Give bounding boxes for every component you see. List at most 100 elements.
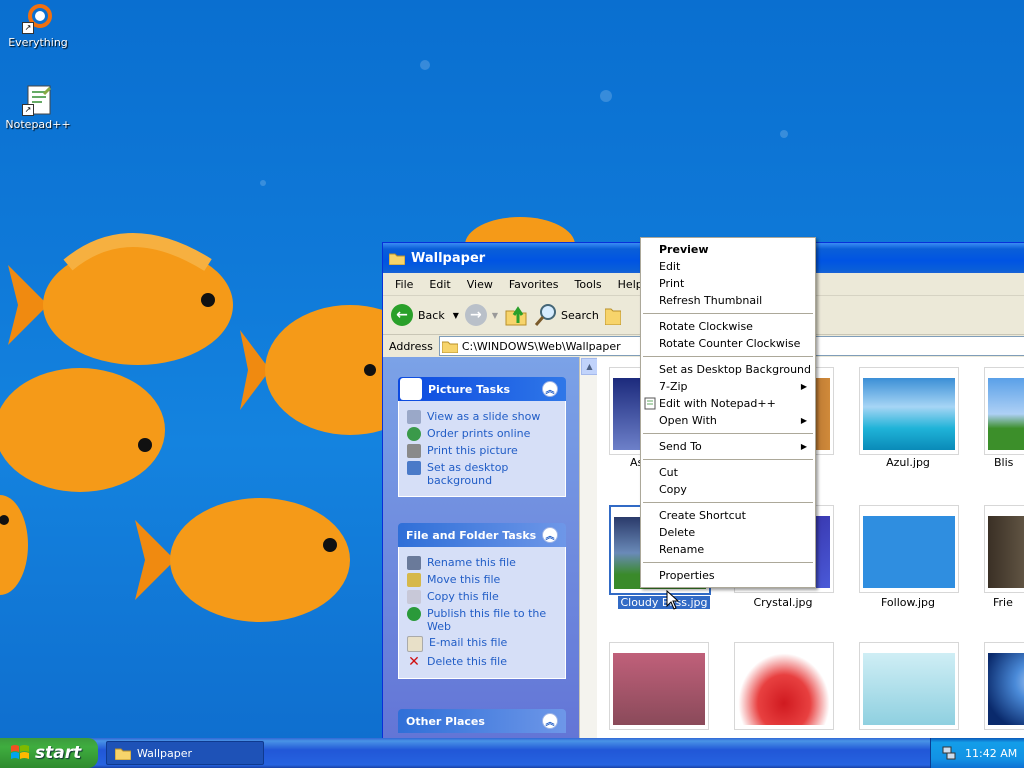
task-publish[interactable]: Publish this file to the Web	[407, 607, 557, 633]
dropdown-arrow-icon[interactable]: ▼	[492, 311, 498, 320]
other-places-header[interactable]: Other Places ︽	[398, 709, 566, 733]
menu-item-rotate-cw[interactable]: Rotate Clockwise	[641, 318, 815, 335]
menu-tools[interactable]: Tools	[567, 275, 610, 294]
mouse-pointer-icon	[666, 590, 680, 610]
file-thumbnail[interactable]	[859, 642, 959, 730]
file-thumbnail[interactable]	[859, 505, 959, 593]
menu-item-create-shortcut[interactable]: Create Shortcut	[641, 507, 815, 524]
desktop-icon-notepadpp[interactable]: ↗ Notepad++	[0, 84, 76, 131]
task-copy[interactable]: Copy this file	[407, 590, 557, 604]
menu-item-label: Refresh Thumbnail	[659, 294, 763, 307]
task-set-background[interactable]: Set as desktop background	[407, 461, 557, 487]
menu-separator	[643, 356, 813, 357]
task-delete[interactable]: ✕ Delete this file	[407, 655, 557, 669]
menu-item-preview[interactable]: Preview	[641, 241, 815, 258]
task-move[interactable]: Move this file	[407, 573, 557, 587]
vertical-scrollbar[interactable]: ▲	[579, 357, 598, 739]
file-thumbnail[interactable]	[984, 505, 1024, 593]
menu-view[interactable]: View	[459, 275, 501, 294]
menu-item-refresh-thumbnail[interactable]: Refresh Thumbnail	[641, 292, 815, 309]
collapse-icon[interactable]: ︽	[542, 527, 558, 543]
fish-image	[465, 217, 575, 245]
up-button[interactable]	[504, 303, 528, 327]
task-order-prints[interactable]: Order prints online	[407, 427, 557, 441]
move-icon	[407, 573, 421, 587]
back-button[interactable]: ← Back ▼	[391, 304, 459, 326]
file-tasks-header[interactable]: File and Folder Tasks ︽	[398, 523, 566, 547]
folders-button[interactable]	[604, 305, 621, 325]
menu-item-label: Cut	[659, 466, 678, 479]
shortcut-arrow-icon: ↗	[22, 104, 34, 116]
collapse-icon[interactable]: ︽	[542, 713, 558, 729]
clock[interactable]: 11:42 AM	[965, 747, 1017, 760]
file-label[interactable]: Frie	[973, 596, 1024, 609]
forward-button[interactable]: → ▼	[464, 304, 498, 326]
picture-tasks-header[interactable]: Picture Tasks ︽	[398, 377, 566, 401]
file-label[interactable]: Blis	[973, 456, 1024, 469]
desktop-background-icon	[407, 461, 421, 475]
search-label: Search	[561, 308, 599, 322]
menu-favorites[interactable]: Favorites	[501, 275, 567, 294]
menu-item-cut[interactable]: Cut	[641, 464, 815, 481]
fish-image	[135, 498, 350, 622]
task-label: Order prints online	[427, 427, 531, 440]
menu-item-label: Copy	[659, 483, 687, 496]
file-thumbnail[interactable]	[984, 642, 1024, 730]
task-email[interactable]: E-mail this file	[407, 636, 557, 652]
menu-item-copy[interactable]: Copy	[641, 481, 815, 498]
copy-icon	[407, 590, 421, 604]
menu-item-7zip[interactable]: 7-Zip ▶	[641, 378, 815, 395]
task-label: Set as desktop background	[427, 461, 509, 487]
task-label: Print this picture	[427, 444, 518, 457]
menu-item-send-to[interactable]: Send To ▶	[641, 438, 815, 455]
menu-item-edit-notepadpp[interactable]: Edit with Notepad++	[641, 395, 815, 412]
task-rename[interactable]: Rename this file	[407, 556, 557, 570]
collapse-icon[interactable]: ︽	[542, 381, 558, 397]
menu-item-label: Rotate Clockwise	[659, 320, 753, 333]
thumbnail-image	[613, 653, 705, 725]
task-print-picture[interactable]: Print this picture	[407, 444, 557, 458]
file-label-selected[interactable]: Cloudy Bliss.jpg	[604, 596, 724, 609]
menu-item-label: Edit	[659, 260, 681, 273]
dropdown-arrow-icon[interactable]: ▼	[453, 311, 459, 320]
menu-item-properties[interactable]: Properties	[641, 567, 815, 584]
network-icon[interactable]	[941, 745, 957, 761]
menu-item-print[interactable]: Print	[641, 275, 815, 292]
file-label[interactable]: Crystal.jpg	[723, 596, 843, 609]
menu-item-delete[interactable]: Delete	[641, 524, 815, 541]
menu-item-rotate-ccw[interactable]: Rotate Counter Clockwise	[641, 335, 815, 352]
menu-item-open-with[interactable]: Open With ▶	[641, 412, 815, 429]
everything-icon: ↗	[22, 2, 54, 34]
file-thumbnail[interactable]	[734, 642, 834, 730]
submenu-arrow-icon: ▶	[800, 442, 807, 451]
windows-logo-icon	[11, 745, 29, 759]
menu-item-label: Set as Desktop Background	[659, 363, 812, 376]
scroll-up-arrow-icon[interactable]: ▲	[581, 358, 598, 375]
file-thumbnail[interactable]	[859, 367, 959, 455]
file-thumbnail[interactable]	[984, 367, 1024, 455]
file-label[interactable]: Follow.jpg	[848, 596, 968, 609]
file-thumbnail[interactable]	[609, 642, 709, 730]
menu-item-rename[interactable]: Rename	[641, 541, 815, 558]
task-label: View as a slide show	[427, 410, 541, 423]
menu-item-label: Preview	[659, 243, 709, 256]
start-button[interactable]: start	[0, 738, 98, 768]
start-label: start	[35, 743, 82, 763]
task-slideshow[interactable]: View as a slide show	[407, 410, 557, 424]
back-arrow-icon: ←	[391, 304, 413, 326]
menu-item-set-desktop-background[interactable]: Set as Desktop Background	[641, 361, 815, 378]
bubble	[260, 180, 266, 186]
search-button[interactable]: Search	[534, 303, 599, 327]
folder-icon	[441, 341, 458, 353]
menu-file[interactable]: File	[387, 275, 421, 294]
taskbar: start Wallpaper 11:42 AM	[0, 738, 1024, 768]
desktop-icon-everything[interactable]: ↗ Everything	[0, 2, 76, 49]
task-label: E-mail this file	[429, 636, 508, 649]
menu-item-edit[interactable]: Edit	[641, 258, 815, 275]
menu-item-label: Delete	[659, 526, 696, 539]
menu-item-label: Edit with Notepad++	[659, 397, 776, 410]
thumbnail-image	[738, 653, 830, 725]
menu-edit[interactable]: Edit	[421, 275, 458, 294]
taskbar-button-wallpaper[interactable]: Wallpaper	[106, 741, 264, 765]
file-label[interactable]: Azul.jpg	[848, 456, 968, 469]
